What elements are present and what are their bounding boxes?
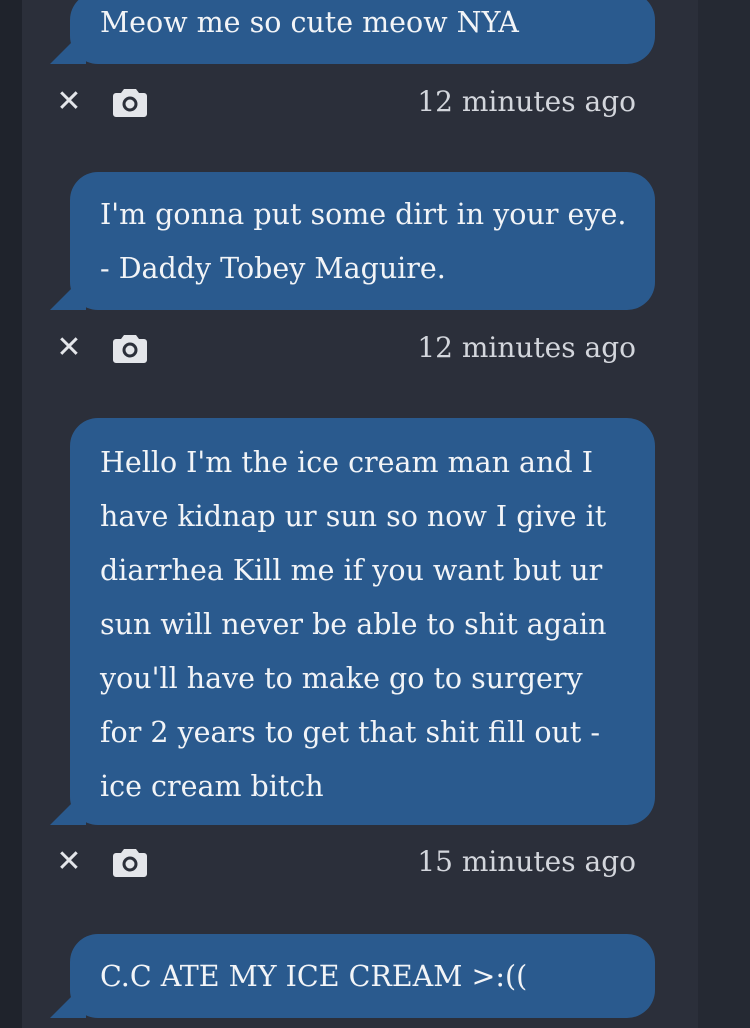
message-text: Hello I'm the ice cream man and I have k… xyxy=(100,446,607,803)
message-bubble: I'm gonna put some dirt in your eye. - D… xyxy=(70,172,655,310)
message-meta: ✕ 12 minutes ago xyxy=(55,82,640,122)
message-timestamp: 12 minutes ago xyxy=(417,85,636,118)
camera-icon[interactable] xyxy=(113,333,147,363)
message-text: Meow me so cute meow NYA xyxy=(100,6,519,39)
message-timestamp: 15 minutes ago xyxy=(417,845,636,878)
message-bubble: C.C ATE MY ICE CREAM >:(( xyxy=(70,934,655,1018)
delete-icon[interactable]: ✕ xyxy=(55,82,83,122)
message-bubble: Meow me so cute meow NYA xyxy=(70,0,655,64)
delete-icon[interactable]: ✕ xyxy=(55,842,83,882)
camera-icon[interactable] xyxy=(113,87,147,117)
message-meta: ✕ 12 minutes ago xyxy=(55,328,640,368)
message-meta: ✕ 15 minutes ago xyxy=(55,842,640,882)
delete-icon[interactable]: ✕ xyxy=(55,328,83,368)
message-timestamp: 12 minutes ago xyxy=(417,331,636,364)
right-gutter xyxy=(698,0,750,1028)
camera-icon[interactable] xyxy=(113,847,147,877)
message-text: I'm gonna put some dirt in your eye. - D… xyxy=(100,198,627,285)
message-bubble: Hello I'm the ice cream man and I have k… xyxy=(70,418,655,825)
message-text: C.C ATE MY ICE CREAM >:(( xyxy=(100,960,528,993)
